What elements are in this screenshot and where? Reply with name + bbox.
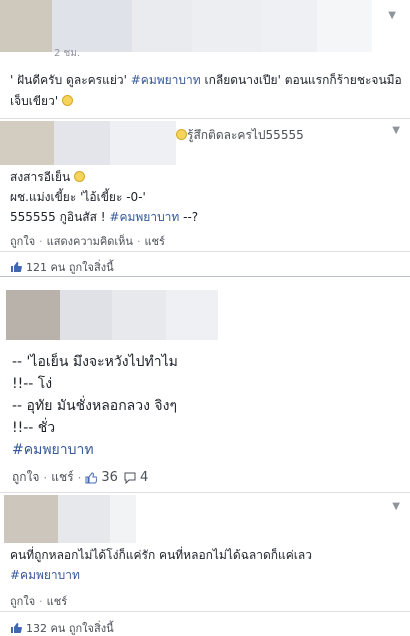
like-count: 36 (101, 470, 118, 485)
post-text: ' ฝันดีครับ ดูละครแย่ว' #คมพยาบาท เกลียด… (10, 73, 402, 87)
share-action[interactable]: แชร์ (47, 592, 67, 610)
post-meta: 2 ชม. (54, 48, 81, 59)
emoji-icon (74, 171, 86, 182)
post-card-3: -- 'ไอเย็น มึงจะหวังไปทำไม !!-- โง่ -- อ… (0, 286, 410, 486)
divider (0, 276, 410, 277)
post-text-line2: เจ็บเขียว' (10, 91, 73, 111)
like-action[interactable]: ถูกใจ (12, 468, 39, 487)
post-card-1: ▼ 2 ชม. ' ฝันดีครับ ดูละครแย่ว' #คมพยาบา… (0, 0, 410, 118)
comment-icon[interactable] (124, 472, 136, 484)
blurred-header-3 (6, 290, 218, 340)
hashtag-link[interactable]: #คมพยาบาท (10, 565, 80, 585)
post-line-1: -- 'ไอเย็น มึงจะหวังไปทำไม (12, 354, 178, 370)
blurred-header-1 (0, 0, 372, 52)
post-line-3: 555555 กูอินสัส ! #คมพยาบาท --? (10, 210, 199, 224)
blurred-header-4 (4, 495, 136, 543)
hashtag-link[interactable]: #คมพยาบาท (12, 438, 94, 462)
post-actions: ถูกใจ · แชร์ (10, 592, 67, 610)
share-action[interactable]: แชร์ (51, 468, 73, 487)
post-line-2: !!-- โง่ (12, 376, 53, 392)
chevron-down-icon[interactable]: ▼ (392, 125, 400, 136)
like-summary[interactable]: 121 คน ถูกใจสิ่งนี้ (10, 258, 114, 276)
chevron-down-icon[interactable]: ▼ (388, 10, 396, 21)
emoji-icon (61, 95, 73, 106)
post-line-4: !!-- ชั่ว (12, 420, 56, 436)
thumbs-up-icon (11, 262, 22, 272)
thumbs-up-icon[interactable] (85, 471, 98, 484)
post-actions: ถูกใจ · แชร์ · 36 4 (12, 468, 149, 487)
divider (0, 251, 410, 252)
share-action[interactable]: แชร์ (144, 232, 164, 250)
post-header-text: รู้สึกติดละครไป55555 (176, 125, 304, 145)
post-line-2: ผช.แม่งเขี้ยะ 'ไอ้เขี้ยะ -0-' (10, 190, 146, 204)
comment-action[interactable]: แสดงความคิดเห็น (47, 232, 133, 250)
post-line-1: สงสารอีเย็น (10, 167, 86, 187)
like-action[interactable]: ถูกใจ (10, 232, 35, 250)
post-line-1: คนที่ถูกหลอกไม่ได้โง่ก็แค่รัก คนที่หลอกไ… (10, 548, 312, 562)
post-line-3: -- อุทัย มันชั่งหลอกลวง จิงๆ (12, 398, 177, 414)
post-actions: ถูกใจ · แสดงความคิดเห็น · แชร์ (10, 232, 165, 250)
post-card-4: ▼ คนที่ถูกหลอกไม่ได้โง่ก็แค่รัก คนที่หลอ… (0, 492, 410, 636)
blurred-header-2 (0, 121, 176, 165)
comment-count: 4 (139, 470, 149, 485)
hashtag-link[interactable]: #คมพยาบาท (131, 73, 201, 87)
like-action[interactable]: ถูกใจ (10, 592, 35, 610)
thumbs-up-icon (11, 623, 22, 633)
divider (0, 611, 410, 612)
emoji-icon (176, 129, 187, 140)
like-summary[interactable]: 132 คน ถูกใจสิ่งนี้ (10, 619, 114, 636)
post-card-2: รู้สึกติดละครไป55555 ▼ สงสารอีเย็น ผช.แม… (0, 118, 410, 278)
hashtag-link[interactable]: #คมพยาบาท (109, 210, 179, 224)
chevron-down-icon[interactable]: ▼ (392, 501, 400, 512)
